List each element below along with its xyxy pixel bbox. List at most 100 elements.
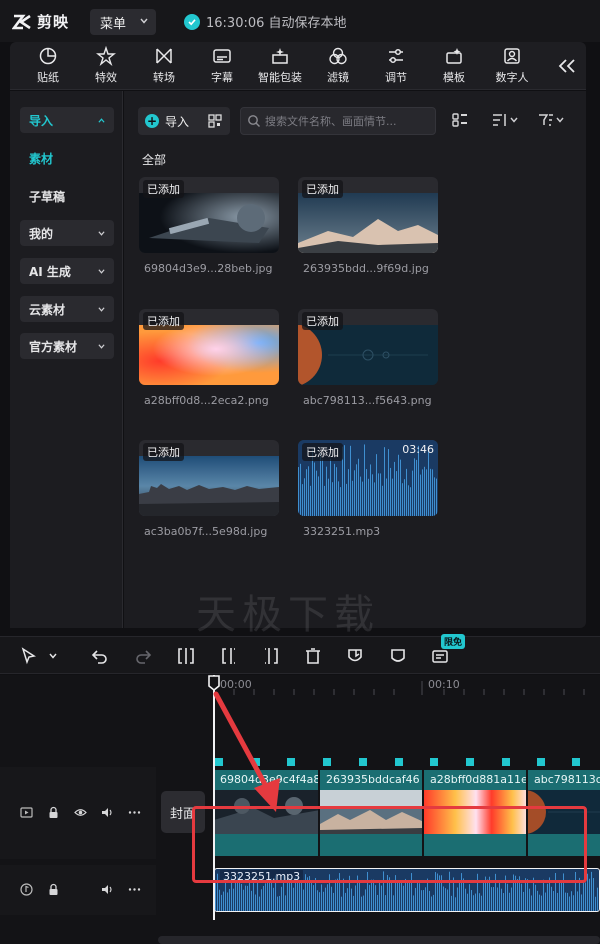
- eye-icon[interactable]: [74, 806, 87, 819]
- waveform-bar: [394, 461, 395, 516]
- split-left-icon[interactable]: [220, 647, 238, 665]
- waveform-bar: [235, 881, 236, 911]
- waveform-bar: [501, 888, 502, 911]
- media-card[interactable]: 已添加 abc798113...f5643.png: [298, 309, 438, 407]
- media-card[interactable]: 已添加 ac3ba0b7f...5e98d.jpg: [139, 440, 279, 538]
- media-search-box[interactable]: [240, 107, 436, 135]
- keyframe-marker[interactable]: [359, 758, 367, 766]
- waveform-bar: [318, 476, 319, 516]
- media-filename: 3323251.mp3: [303, 525, 381, 538]
- select-cursor-icon[interactable]: [20, 647, 38, 665]
- tool-digital-human[interactable]: 数字人: [484, 46, 540, 86]
- media-card[interactable]: 已添加 a28bff0d8...2eca2.png: [139, 309, 279, 407]
- volume-icon[interactable]: [101, 806, 114, 819]
- waveform-bar: [255, 894, 256, 911]
- waveform-bar: [353, 895, 354, 911]
- waveform-bar: [481, 895, 482, 911]
- lock-icon[interactable]: [47, 883, 60, 896]
- import-button[interactable]: + 导入: [138, 107, 230, 135]
- waveform-bar: [346, 483, 347, 516]
- waveform-bar: [443, 886, 444, 911]
- collapse-double-chevron-icon[interactable]: [556, 56, 578, 76]
- split-icon[interactable]: [177, 647, 195, 665]
- sidebar-item-sub-draft[interactable]: 子草稿: [20, 183, 114, 209]
- mark-shield-icon[interactable]: [346, 647, 364, 665]
- timeline-horizontal-scrollbar[interactable]: [158, 936, 600, 944]
- view-mode-button[interactable]: [452, 111, 468, 129]
- media-card[interactable]: 已添加 03:46 3323251.mp3: [298, 440, 438, 538]
- text-to-speech-icon[interactable]: [431, 647, 449, 665]
- waveform-bar: [233, 888, 234, 911]
- waveform-bar: [327, 884, 328, 911]
- waveform-bar: [591, 871, 592, 911]
- sidebar-item-mine[interactable]: 我的: [20, 220, 114, 246]
- tool-adjust[interactable]: 调节: [368, 46, 424, 86]
- waveform-bar: [428, 451, 429, 516]
- menu-button[interactable]: 菜单: [90, 9, 156, 35]
- tool-subtitle[interactable]: 字幕: [194, 46, 250, 86]
- app-name: 剪映: [37, 13, 70, 31]
- lock-icon[interactable]: [47, 806, 60, 819]
- waveform-bar: [551, 886, 552, 911]
- media-filename: a28bff0d8...2eca2.png: [144, 394, 269, 407]
- keyframe-marker[interactable]: [502, 758, 510, 766]
- media-card[interactable]: 已添加 263935bdd...9f69d.jpg: [298, 177, 438, 275]
- waveform-bar: [457, 887, 458, 911]
- waveform-bar: [539, 894, 540, 911]
- qr-code-icon[interactable]: [208, 114, 222, 128]
- media-source-sidebar: 导入 素材 子草稿 我的 AI 生成 云素材 官方素材: [10, 91, 123, 628]
- search-input[interactable]: [265, 114, 433, 128]
- playhead-handle-icon[interactable]: [207, 675, 221, 691]
- waveform-bar: [245, 885, 246, 911]
- timeline-toolbar: 限免: [0, 634, 600, 674]
- video-track-icon: [20, 807, 33, 818]
- waveform-bar: [269, 880, 270, 911]
- media-card[interactable]: 已添加 69804d3e9...28beb.jpg: [139, 177, 279, 275]
- sidebar-item-import[interactable]: 导入: [20, 107, 114, 133]
- tool-effects[interactable]: 特效: [78, 46, 134, 86]
- waveform-bar: [418, 445, 419, 516]
- waveform-bar: [311, 880, 312, 911]
- tool-filter[interactable]: 滤镜: [310, 46, 366, 86]
- delete-icon[interactable]: [304, 647, 322, 665]
- keyframe-marker[interactable]: [537, 758, 545, 766]
- tool-transition[interactable]: 转场: [136, 46, 192, 86]
- waveform-bar: [300, 463, 301, 516]
- filter-button[interactable]: [538, 111, 564, 129]
- sidebar-item-ai-generate[interactable]: AI 生成: [20, 258, 114, 284]
- waveform-bar: [330, 458, 331, 516]
- waveform-bar: [547, 883, 548, 911]
- waveform-bar: [336, 467, 337, 516]
- adjust-icon: [389, 48, 403, 64]
- sidebar-item-material[interactable]: 素材: [20, 145, 114, 171]
- undo-icon[interactable]: [91, 647, 109, 665]
- keyframe-marker[interactable]: [572, 758, 580, 766]
- more-icon[interactable]: [128, 806, 141, 819]
- sort-button[interactable]: [492, 111, 518, 129]
- waveform-bar: [319, 892, 320, 911]
- waveform-bar: [503, 893, 504, 911]
- waveform-bar: [408, 485, 409, 516]
- keyframe-marker[interactable]: [323, 758, 331, 766]
- media-library-panel: + 导入 全部 已添加 69804d3e9...28beb.jpg: [124, 91, 586, 628]
- keyframe-marker[interactable]: [430, 758, 438, 766]
- volume-icon[interactable]: [101, 883, 114, 896]
- waveform-bar: [341, 896, 342, 911]
- tool-smart-package[interactable]: 智能包装: [252, 46, 308, 86]
- keyframe-marker[interactable]: [395, 758, 403, 766]
- split-right-icon[interactable]: [262, 647, 280, 665]
- sidebar-item-cloud-material[interactable]: 云素材: [20, 296, 114, 322]
- more-icon[interactable]: [128, 883, 141, 896]
- feature-toolbar: 贴纸 特效 转场 字幕 智能包装 滤镜 调节 模板 数字人: [10, 42, 586, 90]
- tool-sticker[interactable]: 贴纸: [20, 46, 76, 86]
- waveform-bar: [375, 885, 376, 911]
- waveform-bar: [227, 892, 228, 911]
- waveform-bar: [348, 469, 349, 516]
- sidebar-item-official-material[interactable]: 官方素材: [20, 333, 114, 359]
- chevron-down-icon[interactable]: [48, 647, 58, 665]
- tool-template[interactable]: 模板: [426, 46, 482, 86]
- keyframe-marker[interactable]: [466, 758, 474, 766]
- chevron-down-icon: [98, 269, 105, 274]
- marker-icon[interactable]: [389, 647, 407, 665]
- redo-icon[interactable]: [134, 647, 152, 665]
